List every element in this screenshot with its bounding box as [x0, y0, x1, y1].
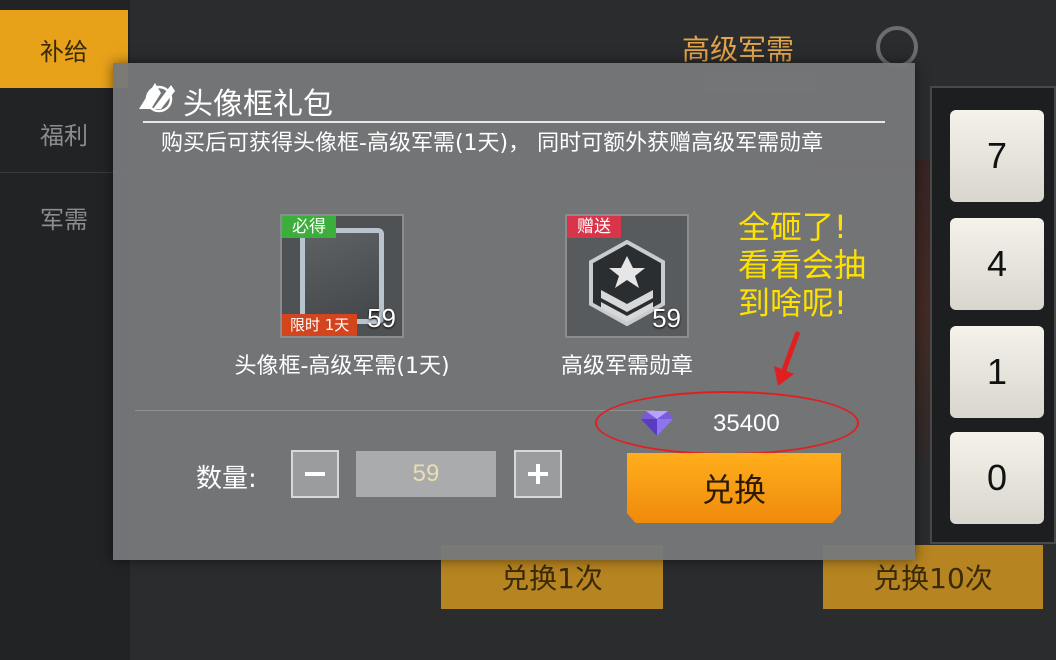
- annotation-line-3: 到啥呢!: [738, 284, 847, 322]
- dialog-description: 购买后可获得头像框-高级军需(1天)， 同时可额外获赠高级军需勋章: [161, 131, 824, 156]
- annotation-text: 全砸了! 看看会抽 到啥呢!: [738, 208, 866, 322]
- item-name-avatar-frame: 头像框-高级军需(1天): [234, 354, 450, 379]
- plus-icon: [528, 464, 548, 484]
- item-quantity: 59: [367, 303, 396, 333]
- numpad-key-4[interactable]: 4: [950, 218, 1044, 310]
- item-name-medal: 高级军需勋章: [560, 354, 693, 379]
- numpad-key-7[interactable]: 7: [950, 110, 1044, 202]
- page-title: 高级军需: [682, 33, 795, 66]
- item-quantity: 59: [652, 303, 681, 333]
- sidebar-tab-supplies[interactable]: 军需: [0, 178, 128, 256]
- item-medal[interactable]: 赠送 59: [565, 214, 689, 338]
- exchange-button[interactable]: 兑换: [627, 453, 841, 523]
- increase-button[interactable]: [514, 450, 562, 498]
- decrease-button[interactable]: [291, 450, 339, 498]
- quantity-label: 数量:: [196, 464, 257, 494]
- bonus-tag: 赠送: [567, 216, 621, 238]
- annotation-arrow-icon: [774, 331, 801, 386]
- sidebar-tab-supply[interactable]: 补给: [0, 10, 128, 88]
- quantity-input[interactable]: 59: [356, 451, 496, 497]
- title-divider: [143, 121, 885, 123]
- annotation-line-2: 看看会抽: [738, 246, 867, 284]
- item-avatar-frame[interactable]: 必得 限时 1天 59: [280, 214, 404, 338]
- numpad-key-0[interactable]: 0: [950, 432, 1044, 524]
- dialog-title: 头像框礼包: [183, 87, 333, 122]
- timer-icon[interactable]: [876, 26, 918, 68]
- price-highlight-circle: [595, 391, 859, 455]
- numpad-key-1[interactable]: 1: [950, 326, 1044, 418]
- brand-logo-icon: [139, 83, 175, 113]
- annotation-line-1: 全砸了!: [738, 208, 847, 246]
- guaranteed-tag: 必得: [282, 216, 336, 238]
- content-divider: [135, 410, 655, 411]
- minus-icon: [305, 472, 325, 476]
- limited-time-tag: 限时 1天: [282, 314, 358, 336]
- sidebar-divider: [0, 172, 128, 173]
- sidebar-tab-welfare[interactable]: 福利: [0, 94, 128, 172]
